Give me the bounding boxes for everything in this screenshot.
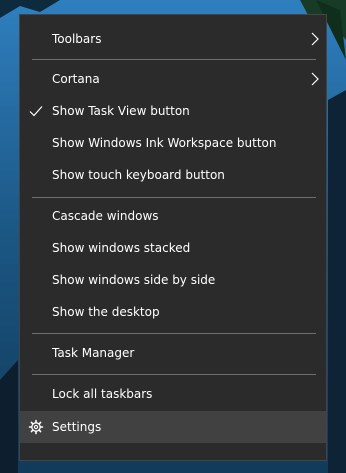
menu-item-show-the-desktop[interactable]: Show the desktop bbox=[20, 296, 326, 328]
menu-separator bbox=[32, 59, 316, 60]
menu-item-task-manager[interactable]: Task Manager bbox=[20, 337, 326, 369]
menu-item-show-task-view-button[interactable]: Show Task View button bbox=[20, 95, 326, 127]
menu-item-label: Show Task View button bbox=[52, 104, 190, 118]
checkmark-icon bbox=[29, 106, 43, 117]
menu-item-show-windows-ink-workspace-button[interactable]: Show Windows Ink Workspace button bbox=[20, 127, 326, 159]
menu-item-settings[interactable]: Settings bbox=[20, 411, 326, 443]
menu-item-lock-all-taskbars[interactable]: Lock all taskbars bbox=[20, 378, 326, 410]
menu-item-label: Show touch keyboard button bbox=[52, 168, 225, 182]
menu-item-label: Cascade windows bbox=[52, 209, 159, 223]
menu-item-label: Task Manager bbox=[52, 346, 135, 360]
menu-item-label: Show the desktop bbox=[52, 305, 160, 319]
menu-separator bbox=[32, 333, 316, 334]
menu-item-toolbars[interactable]: Toolbars bbox=[20, 23, 326, 55]
menu-item-show-windows-side-by-side[interactable]: Show windows side by side bbox=[20, 264, 326, 296]
menu-separator bbox=[32, 197, 316, 198]
taskbar-context-menu: Toolbars Cortana Show Task View button S… bbox=[19, 14, 327, 461]
menu-item-label: Lock all taskbars bbox=[52, 387, 153, 401]
menu-item-show-windows-stacked[interactable]: Show windows stacked bbox=[20, 232, 326, 264]
menu-item-label: Cortana bbox=[52, 72, 100, 86]
chevron-right-icon bbox=[311, 72, 319, 86]
menu-item-show-touch-keyboard-button[interactable]: Show touch keyboard button bbox=[20, 159, 326, 191]
menu-item-cortana[interactable]: Cortana bbox=[20, 63, 326, 95]
menu-item-label: Settings bbox=[52, 420, 102, 434]
menu-item-label: Toolbars bbox=[52, 32, 102, 46]
menu-item-cascade-windows[interactable]: Cascade windows bbox=[20, 200, 326, 232]
menu-item-label: Show windows stacked bbox=[52, 241, 191, 255]
menu-item-label: Show Windows Ink Workspace button bbox=[52, 136, 277, 150]
menu-separator bbox=[32, 374, 316, 375]
gear-icon bbox=[28, 419, 44, 435]
chevron-right-icon bbox=[311, 32, 319, 46]
menu-item-label: Show windows side by side bbox=[52, 273, 216, 287]
